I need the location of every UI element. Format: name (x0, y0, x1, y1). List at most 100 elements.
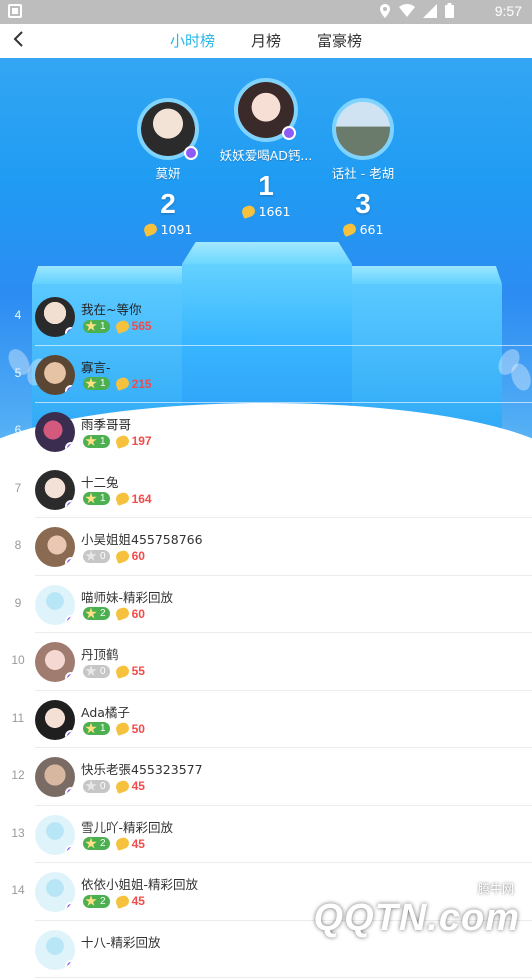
list-item[interactable]: 13雪儿吖-精彩回放245 (0, 806, 532, 864)
list-item[interactable]: 8小吴姐姐455758766060 (0, 518, 532, 576)
watermark-logo: QQTN.com (314, 897, 520, 940)
notification-icon (8, 4, 22, 18)
live-icon (65, 557, 75, 567)
list-item[interactable]: 6雨季哥哥1197 (0, 403, 532, 461)
location-icon (379, 4, 391, 22)
user-score: 60 (132, 607, 145, 621)
user-score: 45 (132, 779, 145, 793)
avatar (35, 355, 75, 395)
status-bar: 9:57 (0, 0, 532, 24)
coin-icon (114, 721, 130, 736)
coin-icon (240, 204, 256, 219)
level-value: 1 (100, 493, 106, 504)
coin-icon (142, 222, 158, 237)
coin-icon (114, 491, 130, 506)
rank-number: 12 (10, 768, 26, 782)
star-icon (85, 723, 97, 735)
level-value: 2 (100, 608, 106, 619)
live-icon (65, 902, 75, 912)
tab-hourly[interactable]: 小时榜 (170, 30, 215, 51)
live-icon (65, 960, 75, 970)
list-item[interactable]: 12快乐老張455323577045 (0, 748, 532, 806)
coin-icon (114, 894, 130, 909)
winner-score: 1661 (259, 204, 291, 219)
live-icon (65, 787, 75, 797)
podium-second[interactable]: 莫妍 2 1091 (118, 98, 218, 237)
coin-icon (114, 836, 130, 851)
star-icon (85, 608, 97, 620)
user-name: 雨季哥哥 (81, 414, 131, 433)
avatar (35, 297, 75, 337)
ranking-tabs: 小时榜 月榜 富豪榜 (0, 30, 532, 51)
rank-number: 1 (216, 170, 316, 202)
coin-icon (114, 434, 130, 449)
wifi-icon (399, 4, 415, 21)
rank-number: 4 (10, 308, 26, 322)
avatar (35, 930, 75, 970)
user-score: 565 (132, 319, 152, 333)
star-icon (85, 895, 97, 907)
coin-icon (114, 779, 130, 794)
rank-number: 9 (10, 596, 26, 610)
level-badge: 2 (83, 837, 110, 850)
live-icon (65, 615, 75, 625)
rank-number: 8 (10, 538, 26, 552)
live-icon (65, 672, 75, 682)
live-icon (65, 327, 75, 337)
level-badge: 1 (83, 377, 110, 390)
user-name: 雪儿吖-精彩回放 (81, 817, 173, 836)
list-item[interactable]: 5寡言-1215 (0, 346, 532, 404)
star-icon (85, 665, 97, 677)
avatar (35, 872, 75, 912)
level-badge: 2 (83, 607, 110, 620)
level-value: 0 (100, 551, 106, 562)
list-item[interactable]: 7十二兔1164 (0, 461, 532, 519)
level-badge: 1 (83, 722, 110, 735)
rank-number: 7 (10, 481, 26, 495)
level-value: 1 (100, 436, 106, 447)
rank-number: 2 (118, 188, 218, 220)
user-name: 十二兔 (81, 472, 119, 491)
star-icon (85, 780, 97, 792)
coin-icon (114, 549, 130, 564)
level-badge: 2 (83, 895, 110, 908)
level-badge: 0 (83, 550, 110, 563)
tab-rich[interactable]: 富豪榜 (317, 30, 362, 51)
avatar (35, 757, 75, 797)
level-value: 1 (100, 378, 106, 389)
user-name: 丹顶鹤 (81, 644, 119, 663)
coin-icon (341, 222, 357, 237)
tab-monthly[interactable]: 月榜 (251, 30, 281, 51)
list-item[interactable]: 9喵师妹-精彩回放260 (0, 576, 532, 634)
avatar (35, 585, 75, 625)
avatar (332, 98, 394, 160)
star-icon (85, 435, 97, 447)
user-name: 十八-精彩回放 (81, 932, 161, 951)
live-icon (65, 385, 75, 395)
rank-number: 5 (10, 366, 26, 380)
podium-third[interactable]: 话社 - 老胡 3 661 (313, 98, 413, 237)
list-item[interactable]: 10丹顶鹤055 (0, 633, 532, 691)
status-icons (379, 3, 454, 22)
winner-score: 1091 (161, 222, 193, 237)
battery-icon (445, 3, 454, 22)
user-name: 寡言- (81, 357, 111, 376)
list-item[interactable]: 4我在~等你1565 (0, 288, 532, 346)
user-score: 45 (132, 837, 145, 851)
user-name: 依依小姐姐-精彩回放 (81, 874, 198, 893)
ranking-list: 4我在~等你15655寡言-12156雨季哥哥11977十二兔11648小吴姐姐… (0, 288, 532, 978)
user-score: 55 (132, 664, 145, 678)
level-value: 2 (100, 838, 106, 849)
live-icon (65, 845, 75, 855)
user-score: 50 (132, 722, 145, 736)
star-icon (85, 550, 97, 562)
avatar (35, 815, 75, 855)
level-value: 1 (100, 321, 106, 332)
list-item[interactable]: 11Ada橘子150 (0, 691, 532, 749)
level-badge: 1 (83, 320, 110, 333)
user-score: 197 (132, 434, 152, 448)
winner-name: 莫妍 (118, 163, 218, 182)
signal-icon (423, 4, 437, 22)
podium-first[interactable]: 妖妖爱喝AD钙... 1 1661 (216, 78, 316, 219)
level-badge: 0 (83, 780, 110, 793)
